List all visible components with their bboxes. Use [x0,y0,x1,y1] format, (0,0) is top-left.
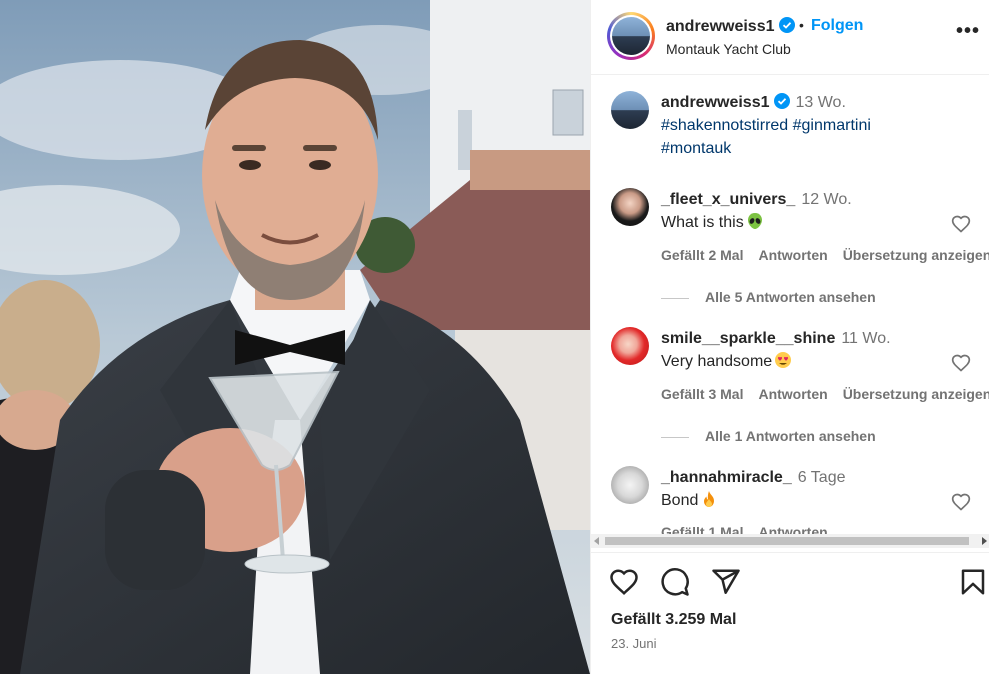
comment-meta: Gefällt 2 Mal Antworten Übersetzung anzeig… [661,247,989,263]
comment-text: Bond [661,492,699,509]
fire-emoji [704,491,715,507]
scrollbar-thumb[interactable] [605,537,969,545]
bookmark-icon[interactable] [958,567,988,597]
caption-username[interactable]: andrewweiss1 [661,94,770,111]
caption-hashtags-line1[interactable]: #shakennotstirred #ginmartini [661,117,871,134]
comment-meta: Gefällt 1 Mal Antworten [661,524,843,534]
comment-avatar[interactable] [611,188,649,226]
comment-username[interactable]: smile__sparkle__shine [661,330,835,347]
comment-username[interactable]: _hannahmiracle_ [661,469,792,486]
view-replies-label: Alle 5 Antworten ansehen [705,289,876,305]
story-ring[interactable] [607,12,655,60]
header-username[interactable]: andrewweiss1 [666,18,775,35]
comment-time[interactable]: 6 Tage [798,469,846,486]
comment-time[interactable]: 12 Wo. [801,191,851,208]
translate-button[interactable]: Übersetzung anzeigen [843,247,989,263]
comment-like-heart-icon[interactable] [951,214,971,234]
comment-icon[interactable] [660,567,690,597]
comment: _fleet_x_univers_ 12 Wo. What is this [661,188,852,234]
avatar[interactable] [612,17,650,55]
action-bar: Gefällt 3.259 Mal 23. Juni [591,552,989,674]
comment-like-heart-icon[interactable] [951,492,971,512]
post-date[interactable]: 23. Juni [611,636,657,651]
comment-avatar[interactable] [611,327,649,365]
view-replies-label: Alle 1 Antworten ansehen [705,428,876,444]
comment-time[interactable]: 11 Wo. [841,330,890,347]
caption-time[interactable]: 13 Wo. [796,94,846,111]
view-replies-button[interactable]: Alle 1 Antworten ansehen [661,428,876,444]
caption-avatar[interactable] [611,91,649,129]
post-side-panel: andrewweiss1 • Folgen Montauk Yacht Club… [590,0,989,674]
comment-likes[interactable]: Gefällt 3 Mal [661,386,743,402]
follow-button[interactable]: Folgen [811,17,863,35]
separator-dot: • [799,17,804,33]
reply-button[interactable]: Antworten [758,524,827,534]
paper-plane-icon[interactable] [711,567,741,597]
reply-button[interactable]: Antworten [758,386,827,402]
comment-like-heart-icon[interactable] [951,353,971,373]
comment-username[interactable]: _fleet_x_univers_ [661,191,795,208]
comment-likes[interactable]: Gefällt 2 Mal [661,247,743,263]
scroll-right-arrow-icon[interactable] [982,537,987,545]
heart-eyes-emoji [775,352,792,368]
caption-hashtags-line2[interactable]: #montauk [661,140,731,157]
translate-button[interactable]: Übersetzung anzeigen [843,386,989,402]
comment: _hannahmiracle_ 6 Tage Bond [661,466,845,512]
more-options-icon[interactable]: ••• [956,20,980,43]
verified-badge-icon [773,93,790,109]
post-image [0,0,590,674]
comment-text: Very handsome [661,353,773,370]
horizontal-scrollbar[interactable] [591,534,989,548]
comments-list[interactable]: andrewweiss1 13 Wo. #shakennotstirred #gi… [591,76,989,534]
post-photo[interactable] [0,0,590,674]
verified-badge-icon [778,17,795,33]
header-username-row[interactable]: andrewweiss1 [666,17,795,36]
alien-emoji [747,213,762,229]
view-replies-button[interactable]: Alle 5 Antworten ansehen [661,289,876,305]
comment-likes[interactable]: Gefällt 1 Mal [661,524,743,534]
location-link[interactable]: Montauk Yacht Club [666,41,791,57]
likes-count[interactable]: Gefällt 3.259 Mal [611,611,736,629]
scroll-left-arrow-icon[interactable] [594,537,599,545]
caption: andrewweiss1 13 Wo. #shakennotstirred #gi… [661,91,871,160]
heart-icon[interactable] [609,567,639,597]
comment-meta: Gefällt 3 Mal Antworten Übersetzung anzeig… [661,386,989,402]
comment-text: What is this [661,214,744,231]
reply-button[interactable]: Antworten [758,247,827,263]
post-header: andrewweiss1 • Folgen Montauk Yacht Club… [591,0,989,75]
comment: smile__sparkle__shine 11 Wo. Very handsom… [661,327,891,373]
comment-avatar[interactable] [611,466,649,504]
